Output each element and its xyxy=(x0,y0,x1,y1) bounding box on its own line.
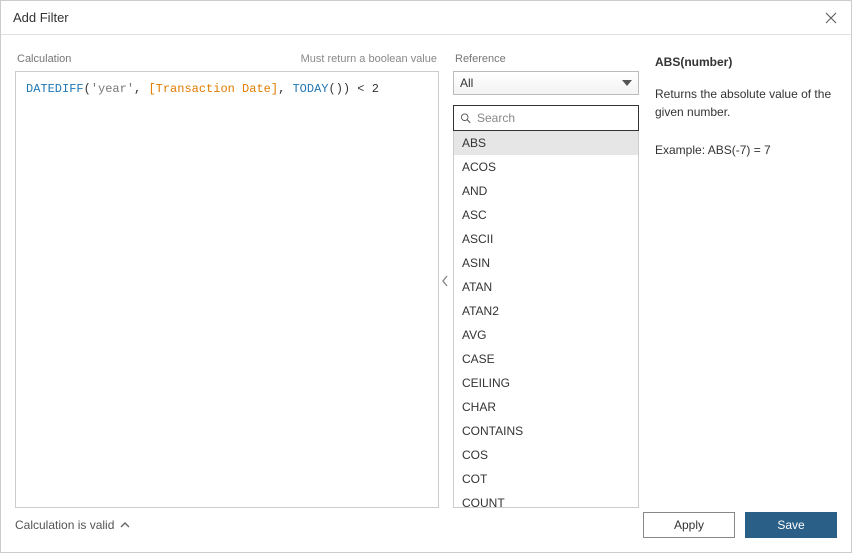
function-item[interactable]: ATAN xyxy=(454,275,638,299)
dialog-body: Calculation Must return a boolean value … xyxy=(1,35,851,508)
token-func: DATEDIFF xyxy=(26,82,84,96)
function-item[interactable]: AVG xyxy=(454,323,638,347)
help-pane: ABS(number) Returns the absolute value o… xyxy=(639,53,837,508)
calculation-hint: Must return a boolean value xyxy=(301,53,437,65)
reference-label: Reference xyxy=(455,53,506,65)
token-space xyxy=(365,82,372,96)
token-comma: , xyxy=(134,82,148,96)
titlebar: Add Filter xyxy=(1,1,851,35)
close-button[interactable] xyxy=(823,10,839,26)
function-item[interactable]: COT xyxy=(454,467,638,491)
reference-category-dropdown[interactable]: All xyxy=(453,71,639,95)
function-item[interactable]: ATAN2 xyxy=(454,299,638,323)
search-icon xyxy=(460,112,471,124)
token-paren: ) xyxy=(343,82,350,96)
function-list-container: ABSACOSANDASCASCIIASINATANATAN2AVGCASECE… xyxy=(453,131,639,508)
token-field: [Transaction Date] xyxy=(148,82,278,96)
function-item[interactable]: CONTAINS xyxy=(454,419,638,443)
dialog-footer: Calculation is valid Apply Save xyxy=(1,508,851,552)
help-signature: ABS(number) xyxy=(655,53,837,71)
save-button[interactable]: Save xyxy=(745,512,837,538)
token-comma: , xyxy=(278,82,292,96)
chevron-left-icon xyxy=(440,274,450,288)
function-item[interactable]: CEILING xyxy=(454,371,638,395)
validity-toggle[interactable]: Calculation is valid xyxy=(15,518,130,532)
token-func: TODAY xyxy=(292,82,328,96)
function-item[interactable]: ABS xyxy=(454,131,638,155)
help-description: Returns the absolute value of the given … xyxy=(655,85,837,121)
help-example: Example: ABS(-7) = 7 xyxy=(655,141,837,159)
dropdown-value: All xyxy=(460,76,473,90)
token-paren: ) xyxy=(336,82,343,96)
function-item[interactable]: ASC xyxy=(454,203,638,227)
function-item[interactable]: COUNT xyxy=(454,491,638,507)
function-item[interactable]: ACOS xyxy=(454,155,638,179)
reference-search[interactable] xyxy=(453,105,639,131)
footer-buttons: Apply Save xyxy=(643,512,837,538)
token-paren: ( xyxy=(84,82,91,96)
collapse-reference-handle[interactable] xyxy=(438,53,452,508)
token-number: 2 xyxy=(372,82,379,96)
function-item[interactable]: ASIN xyxy=(454,251,638,275)
function-item[interactable]: ASCII xyxy=(454,227,638,251)
calculation-editor[interactable]: DATEDIFF('year', [Transaction Date], TOD… xyxy=(15,71,439,508)
add-filter-dialog: Add Filter Calculation Must return a boo… xyxy=(0,0,852,553)
close-icon xyxy=(824,11,838,25)
function-item[interactable]: COS xyxy=(454,443,638,467)
reference-header: Reference xyxy=(453,53,639,65)
reference-pane: Reference All ABSACOSANDASCASCIIASINATAN… xyxy=(453,53,639,508)
search-input[interactable] xyxy=(477,111,632,125)
token-operator: < xyxy=(357,82,364,96)
function-item[interactable]: AND xyxy=(454,179,638,203)
function-item[interactable]: CASE xyxy=(454,347,638,371)
calculation-label: Calculation xyxy=(17,53,71,65)
apply-label: Apply xyxy=(674,518,704,532)
token-paren: ( xyxy=(328,82,335,96)
calculation-header: Calculation Must return a boolean value xyxy=(15,53,439,65)
dialog-title: Add Filter xyxy=(13,10,69,25)
token-string: 'year' xyxy=(91,82,134,96)
function-item[interactable]: CHAR xyxy=(454,395,638,419)
apply-button[interactable]: Apply xyxy=(643,512,735,538)
function-list[interactable]: ABSACOSANDASCASCIIASINATANATAN2AVGCASECE… xyxy=(454,131,638,507)
validity-text: Calculation is valid xyxy=(15,518,114,532)
save-label: Save xyxy=(777,518,804,532)
chevron-up-icon xyxy=(120,521,130,529)
calculation-pane: Calculation Must return a boolean value … xyxy=(15,53,439,508)
chevron-down-icon xyxy=(622,80,632,86)
